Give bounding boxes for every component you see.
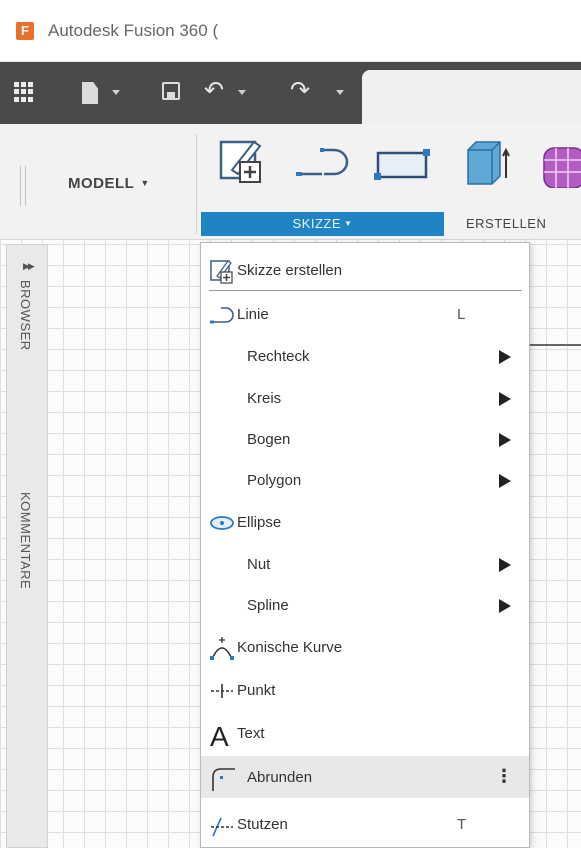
rectangle-icon[interactable] [372, 148, 432, 182]
line-icon [210, 307, 234, 324]
skizze-menu: Skizze erstellen Linie L Rechteck Kreis … [200, 242, 530, 848]
point-icon [211, 684, 233, 698]
side-panel: ▶▶ BROWSER KOMMENTARE [6, 244, 48, 848]
undo-chevron-icon[interactable] [238, 90, 246, 95]
submenu-arrow-icon [499, 558, 511, 572]
redo-chevron-icon[interactable] [336, 90, 344, 95]
menu-item-label: Bogen [247, 431, 291, 448]
conic-curve-icon [210, 637, 234, 660]
box-icon[interactable] [464, 138, 514, 188]
text-icon: A [210, 721, 229, 747]
window-title: Autodesk Fusion 360 ( [48, 21, 219, 40]
ellipse-icon [210, 516, 234, 530]
expand-panel-icon[interactable]: ▶▶ [23, 261, 35, 272]
more-options-icon[interactable]: ⋮ [495, 766, 513, 787]
menu-item-label: Stutzen [237, 816, 288, 833]
menu-item-polygon[interactable]: Polygon [201, 459, 529, 501]
submenu-arrow-icon [499, 599, 511, 613]
menu-item-label: Polygon [247, 472, 302, 489]
menu-item-label: Linie [237, 306, 269, 323]
skizze-dropdown[interactable]: SKIZZE ▼ [201, 212, 444, 236]
comments-panel-tab[interactable]: KOMMENTARE [18, 492, 33, 589]
workspace-label: MODELL [68, 175, 135, 192]
menu-item-skizze-erstellen[interactable]: Skizze erstellen [201, 249, 529, 291]
submenu-arrow-icon [499, 392, 511, 406]
quick-access-toolbar: ↶ ↷ [0, 62, 581, 124]
file-menu-chevron-icon[interactable] [112, 90, 120, 95]
menu-item-label: Punkt [237, 682, 276, 699]
sketch-create-icon[interactable] [218, 136, 268, 186]
file-icon[interactable] [82, 82, 98, 104]
menu-item-konische-kurve[interactable]: Konische Kurve [201, 626, 529, 668]
submenu-arrow-icon [499, 433, 511, 447]
form-icon[interactable] [530, 144, 581, 188]
chevron-down-icon: ▼ [140, 178, 150, 188]
menu-item-nut[interactable]: Nut [201, 543, 529, 585]
menu-item-shortcut: L [457, 306, 466, 323]
svg-text:A: A [210, 721, 229, 747]
menu-item-spline[interactable]: Spline [201, 584, 529, 626]
skizze-label: SKIZZE [292, 216, 342, 231]
menu-item-label: Text [237, 725, 265, 742]
redo-icon[interactable]: ↷ [290, 76, 310, 105]
sketch-create-icon [210, 260, 233, 284]
menu-item-label: Skizze erstellen [237, 262, 343, 279]
title-bar: F Autodesk Fusion 360 ( [0, 0, 581, 62]
menu-item-label: Kreis [247, 390, 282, 407]
menu-item-ellipse[interactable]: Ellipse [201, 501, 529, 543]
menu-item-label: Ellipse [237, 514, 282, 531]
menu-item-label: Konische Kurve [237, 639, 343, 656]
menu-separator [209, 290, 522, 291]
ribbon-divider [196, 134, 197, 234]
submenu-arrow-icon [499, 474, 511, 488]
menu-item-shortcut: T [457, 816, 467, 833]
menu-item-kreis[interactable]: Kreis [201, 377, 529, 419]
submenu-arrow-icon [499, 350, 511, 364]
browser-panel-tab[interactable]: BROWSER [18, 280, 33, 351]
document-tab-strip [362, 70, 581, 124]
menu-item-stutzen[interactable]: Stutzen T [201, 803, 529, 845]
menu-item-label: Abrunden [247, 769, 313, 786]
chevron-down-icon: ▼ [344, 219, 353, 228]
fillet-icon [212, 768, 235, 791]
menu-item-text[interactable]: A Text [201, 712, 529, 754]
menu-item-label: Nut [247, 556, 271, 573]
erstellen-dropdown[interactable]: ERSTELLEN [466, 216, 546, 231]
menu-item-rechteck[interactable]: Rechteck [201, 335, 529, 377]
menu-item-abrunden[interactable]: Abrunden ⋮ [201, 756, 529, 798]
menu-item-label: Rechteck [247, 348, 310, 365]
ribbon: MODELL ▼ SKIZZE ▼ ERSTELLEN [0, 124, 581, 240]
fusion-logo-icon: F [16, 22, 34, 40]
ribbon-grip-handle[interactable] [20, 166, 26, 206]
save-icon[interactable] [162, 82, 180, 100]
menu-item-bogen[interactable]: Bogen [201, 418, 529, 460]
apps-grid-icon[interactable] [14, 82, 34, 102]
trim-icon [211, 817, 233, 837]
sketch-line [528, 344, 581, 346]
menu-item-linie[interactable]: Linie L [201, 293, 529, 335]
workspace-dropdown[interactable]: MODELL ▼ [68, 175, 150, 192]
menu-item-punkt[interactable]: Punkt [201, 669, 529, 711]
line-icon[interactable] [294, 144, 354, 184]
undo-icon[interactable]: ↶ [204, 76, 224, 105]
menu-item-label: Spline [247, 597, 289, 614]
